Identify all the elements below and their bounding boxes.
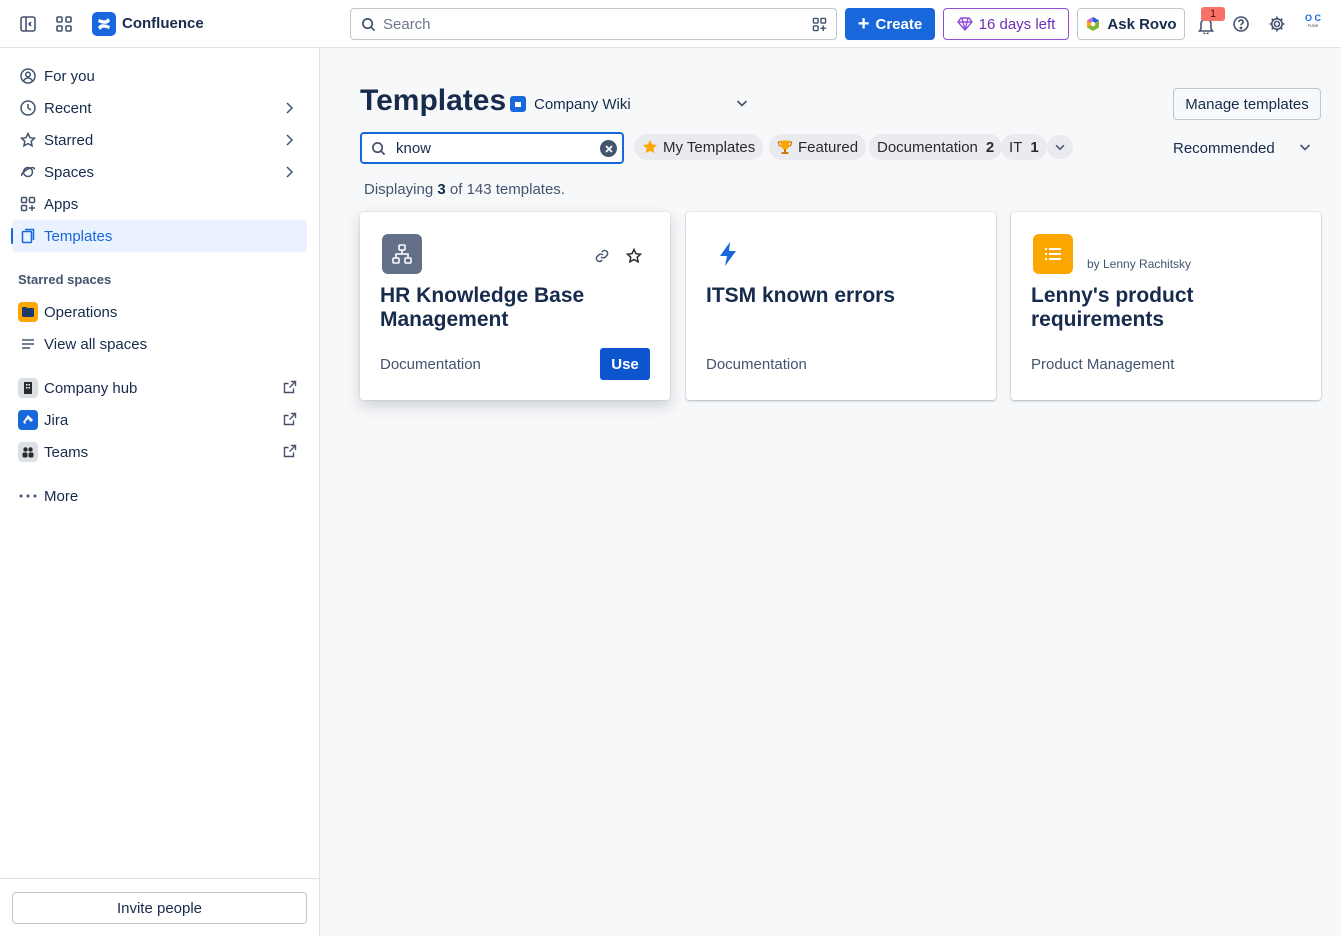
help-icon[interactable] bbox=[1229, 12, 1253, 36]
org-chart-icon bbox=[382, 234, 422, 274]
results-count: Displaying 3 of 143 templates. bbox=[364, 181, 565, 198]
active-indicator bbox=[11, 228, 13, 244]
sidebar-item-templates[interactable]: Templates bbox=[11, 220, 307, 252]
user-circle-icon bbox=[18, 66, 38, 86]
more-dots-icon bbox=[18, 486, 38, 506]
star-icon[interactable] bbox=[624, 246, 644, 266]
filter-my-templates[interactable]: My Templates bbox=[634, 134, 764, 160]
clear-search-icon[interactable] bbox=[600, 140, 617, 157]
chevron-down-icon bbox=[1055, 144, 1065, 151]
use-template-button[interactable]: Use bbox=[600, 348, 650, 380]
template-card[interactable]: by Lenny Rachitsky Lenny's product requi… bbox=[1011, 212, 1321, 400]
template-category: Documentation bbox=[706, 356, 807, 373]
notification-count-badge: 1 bbox=[1201, 7, 1225, 21]
copy-link-icon[interactable] bbox=[592, 246, 612, 266]
template-search[interactable] bbox=[360, 132, 624, 164]
global-search[interactable] bbox=[350, 8, 837, 40]
create-button[interactable]: + Create bbox=[845, 8, 935, 40]
filter-featured[interactable]: Featured bbox=[769, 134, 867, 160]
filter-count: 2 bbox=[985, 138, 995, 156]
trophy-icon bbox=[777, 140, 793, 154]
sidebar-toggle-icon[interactable] bbox=[16, 12, 40, 36]
building-icon bbox=[18, 378, 38, 398]
sidebar-space-operations[interactable]: Operations bbox=[12, 296, 307, 328]
planet-icon bbox=[18, 162, 38, 182]
lightning-icon bbox=[708, 234, 748, 274]
top-navigation-bar: Confluence + Create 16 days left Ask Rov… bbox=[0, 0, 1341, 48]
sidebar-item-recent[interactable]: Recent bbox=[12, 92, 307, 124]
template-card[interactable]: ITSM known errors Documentation bbox=[686, 212, 996, 400]
confluence-logo-icon[interactable] bbox=[92, 12, 116, 36]
search-icon bbox=[372, 142, 386, 156]
chevron-right-icon[interactable] bbox=[281, 132, 297, 148]
chevron-right-icon[interactable] bbox=[281, 100, 297, 116]
sidebar-item-for-you[interactable]: For you bbox=[12, 60, 307, 92]
trial-days-button[interactable]: 16 days left bbox=[943, 8, 1069, 40]
template-category: Product Management bbox=[1031, 356, 1175, 373]
template-author: by Lenny Rachitsky bbox=[1087, 257, 1192, 271]
search-icon bbox=[362, 18, 376, 32]
rovo-icon bbox=[1087, 17, 1100, 31]
chevron-down-icon bbox=[1299, 144, 1311, 151]
sort-select[interactable]: Recommended bbox=[1173, 136, 1313, 160]
sidebar: For you Recent Starred Spaces Apps Templ… bbox=[0, 48, 320, 936]
apps-grid-icon bbox=[18, 194, 38, 214]
page-title: Templates bbox=[360, 84, 507, 117]
operations-space-icon bbox=[18, 302, 38, 322]
star-icon bbox=[18, 130, 38, 150]
ask-rovo-button[interactable]: Ask Rovo bbox=[1077, 8, 1185, 40]
main-content: Templates Company Wiki Manage templates … bbox=[320, 48, 1341, 936]
jira-logo-icon bbox=[18, 410, 38, 430]
external-link-icon bbox=[283, 380, 297, 394]
template-title: HR Knowledge Base Management bbox=[380, 284, 585, 331]
settings-gear-icon[interactable] bbox=[1265, 12, 1289, 36]
external-link-icon bbox=[283, 412, 297, 426]
sidebar-more[interactable]: More bbox=[12, 480, 307, 512]
sidebar-link-company-hub[interactable]: Company hub bbox=[12, 372, 307, 404]
template-card[interactable]: HR Knowledge Base Management Documentati… bbox=[360, 212, 670, 400]
starred-spaces-heading: Starred spaces bbox=[18, 272, 112, 287]
more-filters-button[interactable] bbox=[1047, 135, 1073, 159]
app-brand-name[interactable]: Confluence bbox=[122, 15, 204, 32]
filter-it[interactable]: IT 1 bbox=[1001, 134, 1047, 160]
chevron-right-icon[interactable] bbox=[281, 164, 297, 180]
sidebar-item-spaces[interactable]: Spaces bbox=[12, 156, 307, 188]
filter-count: 1 bbox=[1030, 138, 1039, 156]
app-switcher-icon[interactable] bbox=[52, 12, 76, 36]
star-filled-icon bbox=[643, 140, 657, 154]
list-icon bbox=[1033, 234, 1073, 274]
sidebar-item-starred[interactable]: Starred bbox=[12, 124, 307, 156]
invite-people-button[interactable]: Invite people bbox=[12, 892, 307, 924]
user-avatar[interactable]: O C FUSE bbox=[1300, 13, 1326, 35]
diamond-icon bbox=[956, 17, 973, 31]
sidebar-footer: Invite people bbox=[0, 878, 319, 936]
list-lines-icon bbox=[18, 334, 38, 354]
search-filter-icon[interactable] bbox=[812, 17, 827, 32]
templates-icon bbox=[18, 226, 38, 246]
chevron-down-icon bbox=[736, 100, 748, 107]
sidebar-view-all-spaces[interactable]: View all spaces bbox=[12, 328, 307, 360]
sidebar-link-jira[interactable]: Jira bbox=[12, 404, 307, 436]
space-icon bbox=[510, 96, 526, 112]
template-title: ITSM known errors bbox=[706, 284, 896, 307]
space-selector[interactable]: Company Wiki bbox=[510, 92, 750, 116]
external-link-icon bbox=[283, 444, 297, 458]
template-title: Lenny's product requirements bbox=[1031, 284, 1194, 331]
search-input[interactable] bbox=[383, 15, 803, 33]
manage-templates-button[interactable]: Manage templates bbox=[1173, 88, 1321, 120]
filter-documentation[interactable]: Documentation 2 bbox=[869, 134, 1003, 160]
clock-icon bbox=[18, 98, 38, 118]
sidebar-item-apps[interactable]: Apps bbox=[12, 188, 307, 220]
sidebar-link-teams[interactable]: Teams bbox=[12, 436, 307, 468]
template-search-input[interactable] bbox=[396, 139, 586, 157]
plus-icon: + bbox=[857, 13, 870, 35]
teams-icon bbox=[18, 442, 38, 462]
template-category: Documentation bbox=[380, 356, 481, 373]
